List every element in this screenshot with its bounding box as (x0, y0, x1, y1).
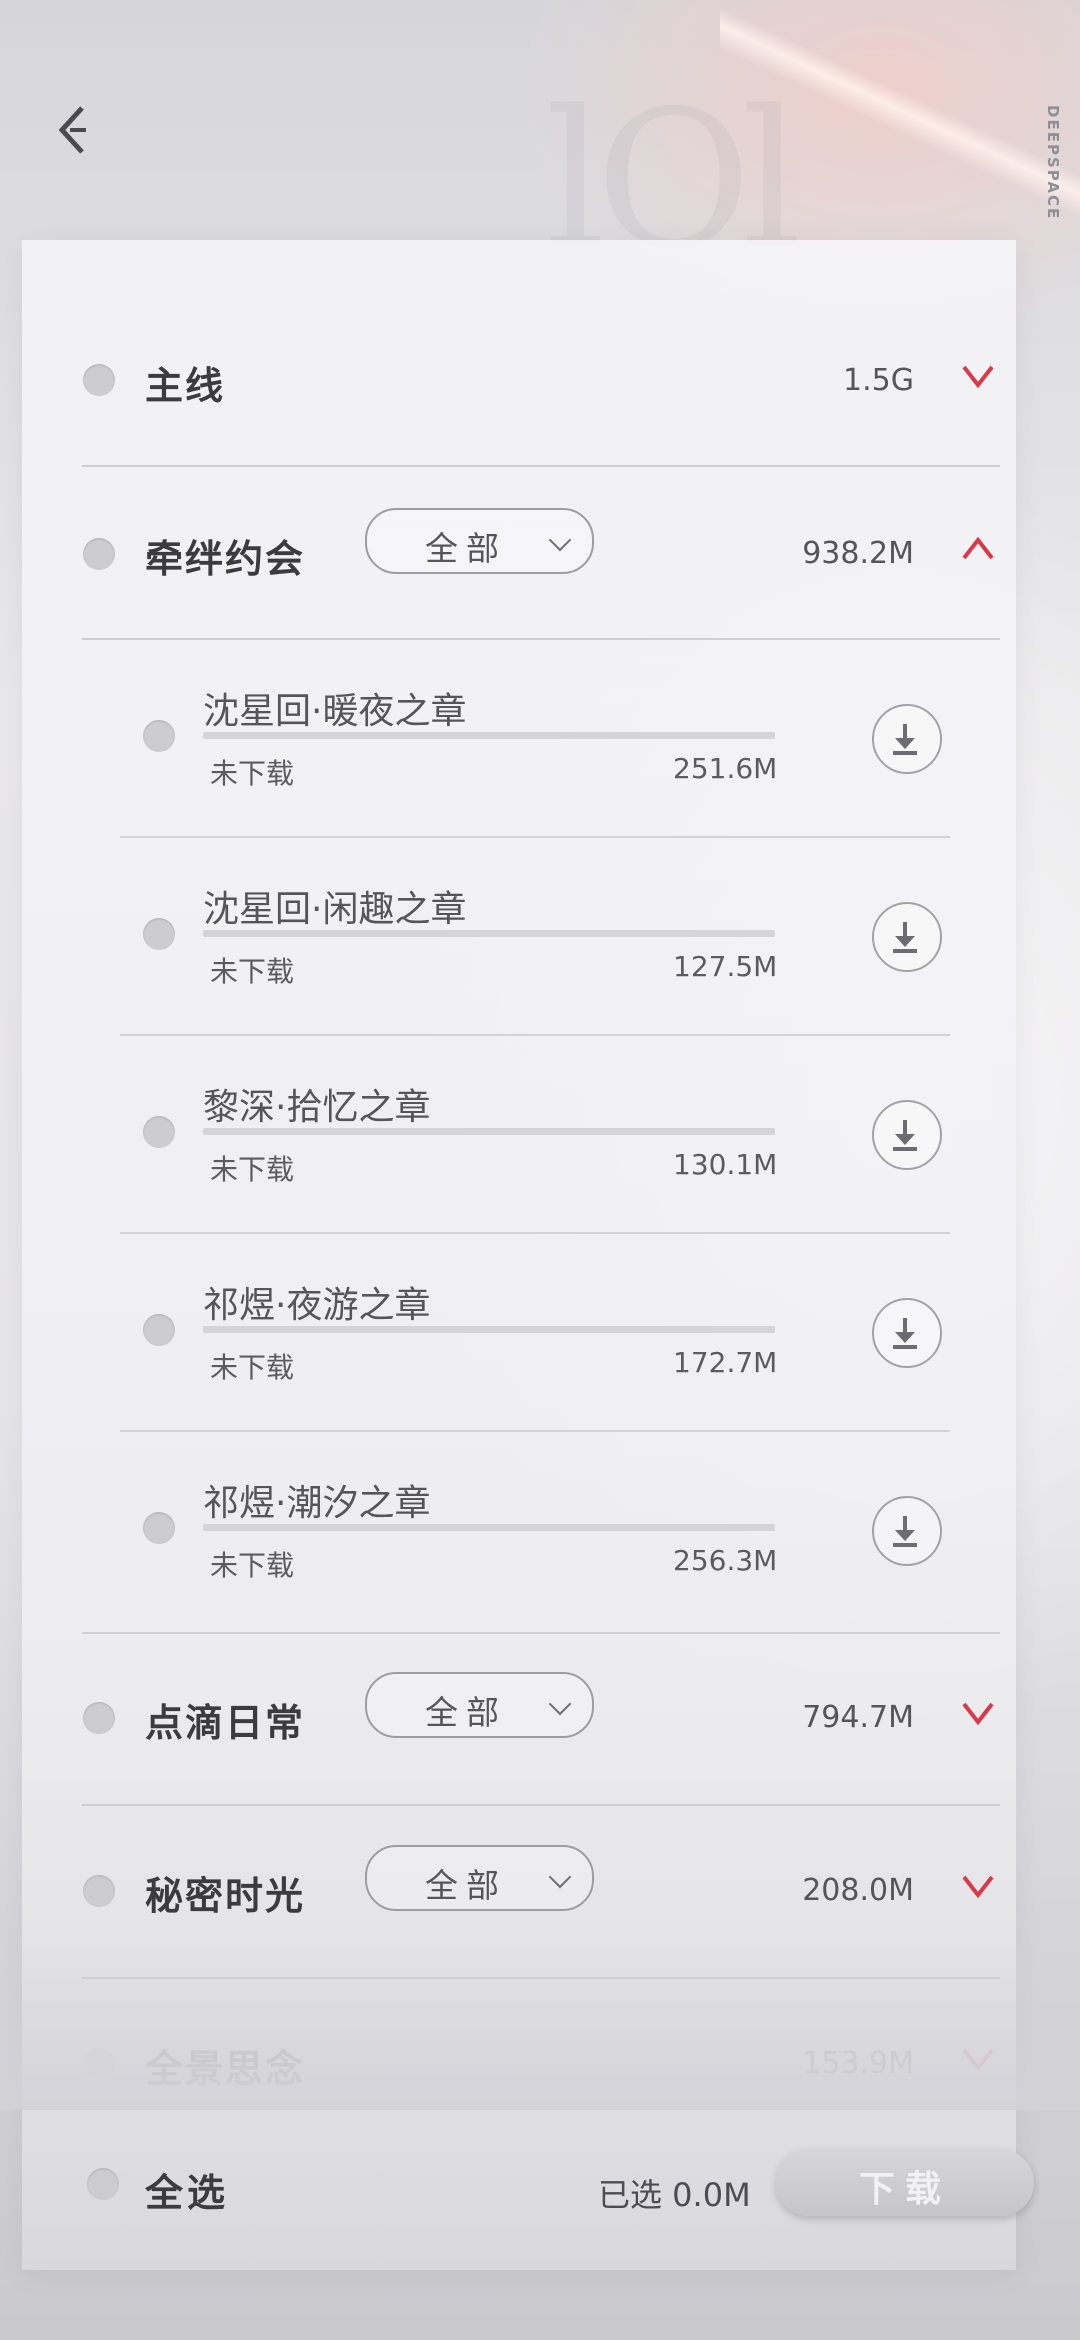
category-row-secret-time[interactable]: 秘密时光 全部 208.0M (60, 1805, 1000, 1979)
chapter-status: 未下载 (210, 955, 295, 988)
category-checkbox[interactable] (83, 2048, 115, 2080)
chevron-down-icon[interactable] (956, 2036, 1000, 2080)
category-checkbox[interactable] (83, 1875, 115, 1907)
filter-value: 全部 (425, 1866, 507, 1905)
download-button[interactable] (872, 1298, 942, 1368)
download-progress-track (203, 1524, 775, 1531)
chapter-status: 未下载 (210, 757, 295, 790)
filter-dropdown[interactable]: 全部 (365, 1845, 594, 1911)
category-label: 牵绊约会 (145, 537, 306, 581)
category-label: 主线 (145, 364, 226, 408)
chapter-status: 未下载 (210, 1351, 295, 1384)
category-size: 153.9M (802, 2046, 914, 2081)
download-progress-track (203, 1326, 775, 1333)
download-icon (893, 922, 917, 953)
download-progress-track (203, 732, 775, 739)
download-progress-track (203, 1128, 775, 1135)
chapter-size: 130.1M (673, 1148, 778, 1181)
chapter-size: 172.7M (673, 1346, 778, 1379)
chapter-row[interactable]: 黎深·拾忆之章 未下载 130.1M (120, 1036, 950, 1234)
chapter-checkbox[interactable] (143, 1314, 175, 1346)
filter-value: 全部 (425, 529, 507, 568)
chapter-size: 251.6M (673, 752, 778, 785)
download-icon (893, 724, 917, 755)
category-checkbox[interactable] (83, 364, 115, 396)
footer-bar: 全选 已选 0.0M 下载 (0, 2150, 1080, 2240)
chapter-row[interactable]: 沈星回·暖夜之章 未下载 251.6M (120, 640, 950, 838)
category-size: 794.7M (802, 1700, 914, 1735)
download-progress-track (203, 930, 775, 937)
chapter-row[interactable]: 沈星回·闲趣之章 未下载 127.5M (120, 838, 950, 1036)
category-row-panorama[interactable]: 全景思念 153.9M (60, 1978, 1000, 2150)
category-label: 秘密时光 (145, 1874, 306, 1918)
category-size: 208.0M (802, 1873, 914, 1908)
category-size: 938.2M (802, 536, 914, 571)
chapter-title: 黎深·拾忆之章 (203, 1087, 431, 1128)
download-all-label: 下载 (858, 2169, 951, 2210)
divider (82, 1632, 1000, 1634)
back-button[interactable] (44, 100, 104, 160)
download-button[interactable] (872, 902, 942, 972)
download-all-button[interactable]: 下载 (776, 2150, 1034, 2216)
brand-label: DEEPSPACE (1044, 105, 1062, 221)
category-row-mainline[interactable]: 主线 1.5G (60, 295, 1000, 467)
category-label: 全景思念 (145, 2047, 306, 2091)
chapter-size: 256.3M (673, 1544, 778, 1577)
chevron-down-icon (548, 1692, 572, 1716)
select-all-label[interactable]: 全选 (145, 2162, 229, 2217)
select-all-checkbox[interactable] (87, 2168, 119, 2200)
chapter-checkbox[interactable] (143, 1116, 175, 1148)
chevron-down-icon[interactable] (956, 1863, 1000, 1907)
download-icon (893, 1120, 917, 1151)
chapter-row[interactable]: 祁煜·潮汐之章 未下载 256.3M (120, 1432, 950, 1630)
chapter-checkbox[interactable] (143, 720, 175, 752)
chevron-down-icon[interactable] (956, 1690, 1000, 1734)
filter-dropdown[interactable]: 全部 (365, 1672, 594, 1738)
chapter-status: 未下载 (210, 1153, 295, 1186)
back-arrow-icon (58, 106, 86, 154)
category-row-daily-moments[interactable]: 点滴日常 全部 794.7M (60, 1632, 1000, 1806)
chapter-title: 沈星回·闲趣之章 (203, 889, 467, 930)
chapter-status: 未下载 (210, 1549, 295, 1582)
chevron-down-icon (548, 528, 572, 552)
category-label: 点滴日常 (145, 1701, 306, 1745)
category-size: 1.5G (843, 363, 914, 398)
filter-value: 全部 (425, 1693, 507, 1732)
chevron-up-icon[interactable] (956, 526, 1000, 570)
chapter-size: 127.5M (673, 950, 778, 983)
download-button[interactable] (872, 1100, 942, 1170)
download-button[interactable] (872, 1496, 942, 1566)
chapter-title: 祁煜·潮汐之章 (203, 1483, 431, 1524)
chapter-row[interactable]: 祁煜·夜游之章 未下载 172.7M (120, 1234, 950, 1432)
category-checkbox[interactable] (83, 1702, 115, 1734)
chapter-title: 沈星回·暖夜之章 (203, 691, 467, 732)
chevron-down-icon[interactable] (956, 353, 1000, 397)
chapter-checkbox[interactable] (143, 918, 175, 950)
divider (82, 465, 1000, 467)
download-button[interactable] (872, 704, 942, 774)
filter-dropdown[interactable]: 全部 (365, 508, 594, 574)
download-icon (893, 1318, 917, 1349)
chapter-title: 祁煜·夜游之章 (203, 1285, 431, 1326)
download-icon (893, 1516, 917, 1547)
category-checkbox[interactable] (83, 538, 115, 570)
chapter-checkbox[interactable] (143, 1512, 175, 1544)
chevron-down-icon (548, 1865, 572, 1889)
category-row-bond-dates[interactable]: 牵绊约会 全部 938.2M (60, 468, 1000, 640)
selected-size-text: 已选 0.0M (598, 2176, 751, 2214)
